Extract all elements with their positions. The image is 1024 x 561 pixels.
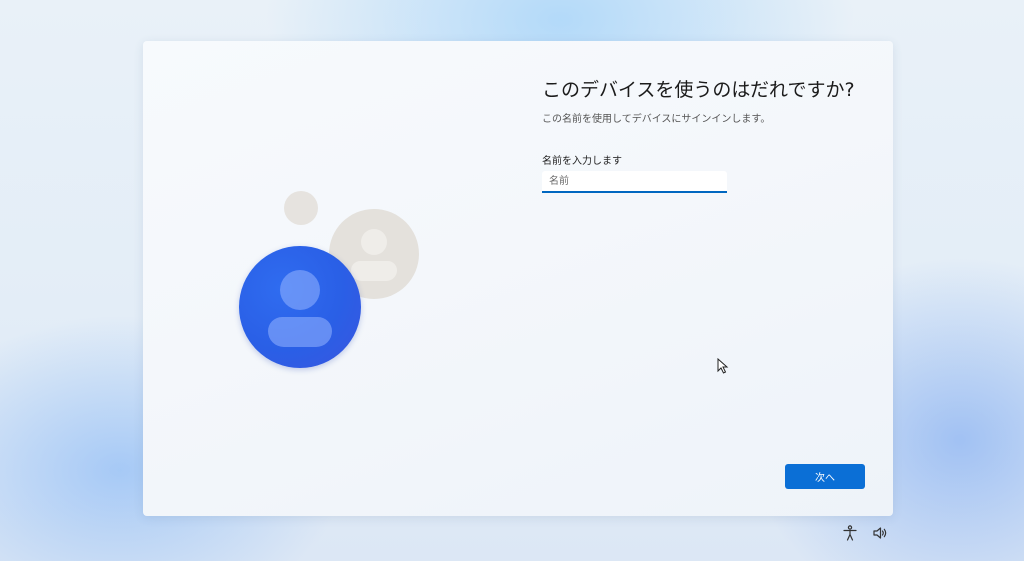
- avatar-head: [361, 229, 387, 255]
- page-title: このデバイスを使うのはだれですか?: [542, 79, 855, 101]
- setup-card: このデバイスを使うのはだれですか? この名前を使用してデバイスにサインインします…: [143, 41, 893, 516]
- name-input[interactable]: [542, 171, 727, 193]
- mouse-cursor-icon: [717, 358, 729, 374]
- avatar-body: [351, 261, 397, 281]
- blue-user-avatar-icon: [239, 246, 361, 368]
- accessibility-icon[interactable]: [842, 525, 858, 541]
- name-field-label: 名前を入力します: [542, 156, 622, 167]
- small-avatar-dot-icon: [284, 191, 318, 225]
- page-subtitle: この名前を使用してデバイスにサインインします。: [542, 114, 771, 125]
- volume-icon[interactable]: [872, 525, 888, 541]
- user-avatars-illustration: [143, 41, 893, 516]
- next-button[interactable]: 次へ: [785, 464, 865, 489]
- avatar-head: [280, 270, 320, 310]
- avatar-body: [268, 317, 332, 347]
